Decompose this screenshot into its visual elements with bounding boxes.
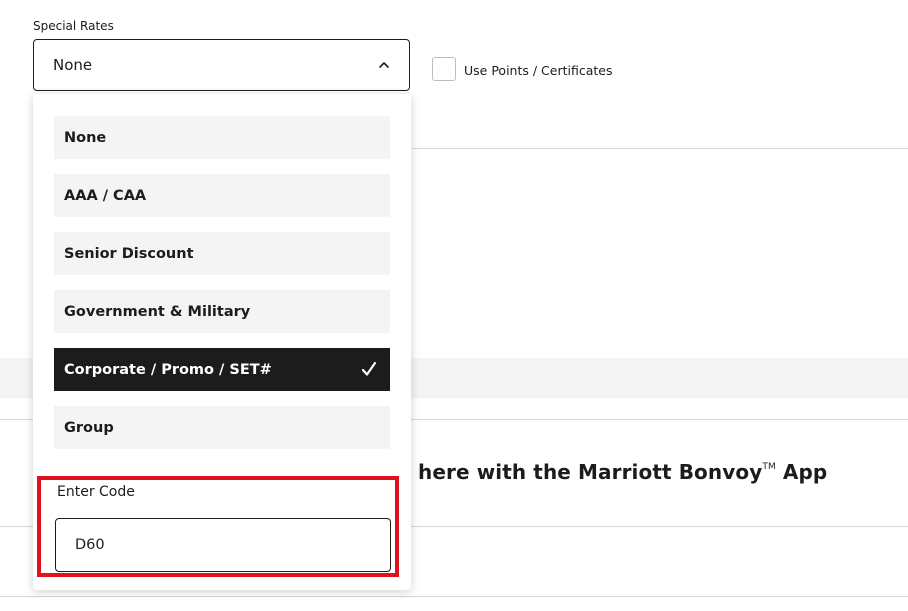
rate-option-corporate-promo[interactable]: Corporate / Promo / SET# [54, 348, 390, 391]
trademark-mark: TM [762, 462, 776, 472]
special-rates-label: Special Rates [33, 19, 114, 33]
special-rates-dropdown: None AAA / CAA Senior Discount Governmen… [33, 94, 411, 590]
app-promo-text: here with the Marriott BonvoyTM App [418, 460, 827, 484]
app-promo-main: here with the Marriott Bonvoy [418, 460, 763, 484]
rate-option-label: Corporate / Promo / SET# [64, 361, 272, 378]
app-promo-suffix: App [775, 460, 828, 484]
rate-option-label: Senior Discount [64, 245, 194, 262]
enter-code-section: Enter Code [37, 476, 399, 577]
chevron-up-icon [379, 62, 389, 68]
page: here with the Marriott BonvoyTM App Spec… [0, 0, 908, 611]
section-divider [0, 596, 908, 597]
rate-option-label: AAA / CAA [64, 187, 147, 204]
special-rates-selected-value: None [53, 56, 93, 74]
checkmark-icon [361, 361, 377, 376]
special-rates-select[interactable]: None [33, 39, 410, 91]
enter-code-input[interactable] [55, 518, 391, 572]
rate-option-government-military[interactable]: Government & Military [54, 290, 390, 333]
enter-code-label: Enter Code [57, 484, 135, 500]
rate-option-senior-discount[interactable]: Senior Discount [54, 232, 390, 275]
use-points-label: Use Points / Certificates [464, 62, 613, 78]
use-points-toggle[interactable]: Use Points / Certificates [432, 57, 612, 81]
rate-option-label: Government & Military [64, 303, 251, 320]
rate-option-group[interactable]: Group [54, 406, 390, 449]
rate-option-label: None [64, 129, 107, 146]
use-points-checkbox[interactable] [432, 57, 456, 81]
section-divider [412, 148, 908, 149]
rate-option-none[interactable]: None [54, 116, 390, 159]
rate-option-aaa-caa[interactable]: AAA / CAA [54, 174, 390, 217]
rate-option-label: Group [64, 419, 114, 436]
